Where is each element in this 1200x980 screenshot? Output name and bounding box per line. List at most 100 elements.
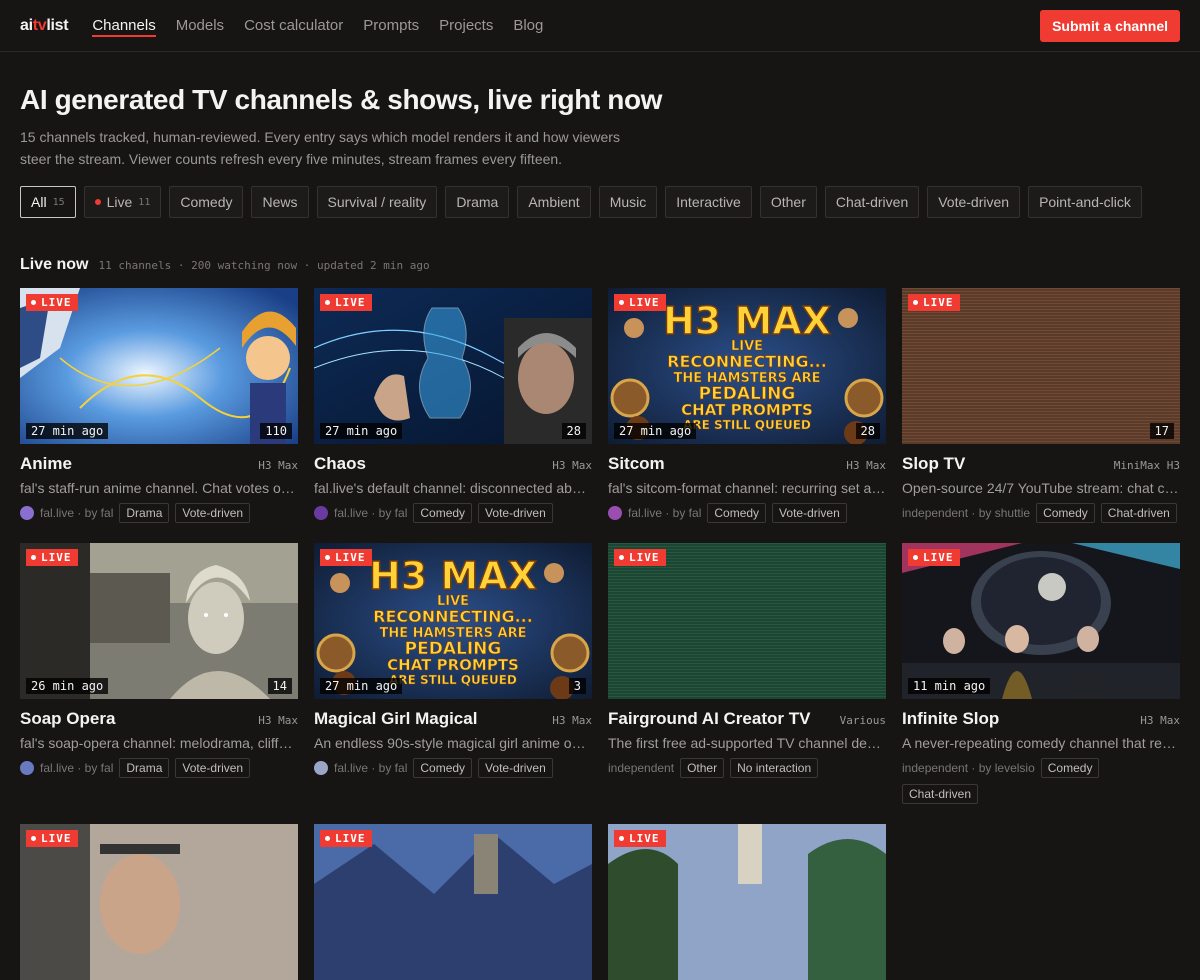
frame-age: 27 min ago — [26, 423, 109, 439]
channel-thumbnail[interactable]: H3 MAX LIVE RECONNECTING... THE HAMSTERS… — [608, 288, 886, 444]
hero: AI generated TV channels & shows, live r… — [0, 52, 1200, 170]
channel-tag[interactable]: No interaction — [730, 758, 819, 778]
channel-title[interactable]: Chaos — [314, 454, 366, 474]
card-title-row: Chaos H3 Max — [314, 454, 592, 474]
channel-thumbnail[interactable]: LIVE 26 min ago 14 — [20, 543, 298, 699]
channel-thumbnail[interactable]: LIVE — [608, 824, 886, 980]
frame-age: 27 min ago — [614, 423, 697, 439]
channel-thumbnail[interactable]: LIVE 27 min ago 110 — [20, 288, 298, 444]
channel-card[interactable]: H3 MAX LIVE RECONNECTING... THE HAMSTERS… — [314, 543, 592, 804]
channel-tag[interactable]: Vote-driven — [175, 758, 251, 778]
channel-card[interactable]: LIVE — [608, 824, 886, 980]
channel-card[interactable]: H3 MAX LIVE RECONNECTING... THE HAMSTERS… — [608, 288, 886, 523]
channel-tag[interactable]: Vote-driven — [478, 503, 553, 523]
live-dot-icon — [94, 199, 101, 205]
channel-title[interactable]: Magical Girl Magical — [314, 709, 477, 729]
channel-card[interactable]: LIVE 27 min ago 28 Chaos H3 Max fal.live's de… — [314, 288, 592, 523]
filter-survival-reality[interactable]: Survival / reality — [316, 186, 438, 218]
channel-meta: fal.live · by fal Drama Vote-driven — [20, 503, 298, 523]
filter-chat-driven[interactable]: Chat-driven — [824, 186, 920, 218]
channel-title[interactable]: Infinite Slop — [902, 709, 999, 729]
channel-title[interactable]: Soap Opera — [20, 709, 115, 729]
nav-projects[interactable]: Projects — [439, 0, 493, 51]
channel-thumbnail[interactable]: LIVE — [314, 824, 592, 980]
filter-music[interactable]: Music — [598, 186, 658, 218]
channel-thumbnail[interactable]: LIVE 11 min ago — [902, 543, 1180, 699]
channel-tag[interactable]: Comedy — [707, 503, 767, 523]
channel-description: fal's sitcom-format channel: recurring s… — [608, 480, 886, 496]
model-name: H3 Max — [846, 459, 886, 472]
creator-byline[interactable]: fal.live · by fal — [334, 761, 407, 775]
nav-prompts[interactable]: Prompts — [363, 0, 419, 51]
creator-byline[interactable]: fal.live · by fal — [628, 506, 701, 520]
live-dot-icon — [619, 555, 624, 560]
channel-card[interactable]: LIVE — [314, 824, 592, 980]
channel-title[interactable]: Fairground AI Creator TV — [608, 709, 810, 729]
channel-description: fal's soap-opera channel: melodrama, cli… — [20, 735, 298, 751]
creator-avatar — [608, 506, 622, 520]
channel-description: fal.live's default channel: disconnected… — [314, 480, 592, 496]
nav-channels[interactable]: Channels — [92, 0, 157, 51]
filter-drama[interactable]: Drama — [445, 186, 510, 218]
channel-tag[interactable]: Vote-driven — [175, 503, 251, 523]
live-label: LIVE — [41, 296, 72, 309]
channel-title[interactable]: Slop TV — [902, 454, 965, 474]
live-dot-icon — [31, 836, 36, 841]
channel-card[interactable]: LIVE 26 min ago 14 Soap Opera H3 Max fal's so… — [20, 543, 298, 804]
channel-thumbnail[interactable]: LIVE — [608, 543, 886, 699]
live-dot-icon — [325, 300, 330, 305]
live-badge: LIVE — [320, 549, 372, 566]
channel-thumbnail[interactable]: LIVE 17 — [902, 288, 1180, 444]
site-logo[interactable]: aitvlist — [20, 17, 69, 35]
filter-comedy[interactable]: Comedy — [169, 186, 244, 218]
filter-vote-driven[interactable]: Vote-driven — [927, 186, 1021, 218]
channel-tag[interactable]: Comedy — [1040, 758, 1100, 778]
filter-news[interactable]: News — [251, 186, 309, 218]
creator-byline[interactable]: fal.live · by fal — [40, 506, 113, 520]
channel-thumbnail[interactable]: H3 MAX LIVE RECONNECTING... THE HAMSTERS… — [314, 543, 592, 699]
channel-tag[interactable]: Comedy — [413, 503, 473, 523]
filter-all[interactable]: All 15 — [20, 186, 76, 218]
frame-age: 27 min ago — [320, 423, 403, 439]
filter-live[interactable]: Live 11 — [83, 186, 162, 218]
channel-tag[interactable]: Chat-driven — [1100, 503, 1177, 523]
filter-point-and-click[interactable]: Point-and-click — [1028, 186, 1142, 218]
channel-tag[interactable]: Drama — [119, 503, 170, 523]
filter-label: Interactive — [676, 194, 741, 210]
creator-byline[interactable]: independent · by levelsio — [902, 761, 1035, 775]
submit-channel-button[interactable]: Submit a channel — [1040, 9, 1180, 42]
viewer-count: 110 — [260, 423, 292, 439]
channel-tag[interactable]: Drama — [119, 758, 170, 778]
filter-interactive[interactable]: Interactive — [665, 186, 752, 218]
channel-tag[interactable]: Other — [680, 758, 725, 778]
channel-tag[interactable]: Vote-driven — [478, 758, 553, 778]
filter-label: Other — [770, 194, 806, 210]
channel-tag[interactable]: Comedy — [1036, 503, 1095, 523]
creator-byline[interactable]: fal.live · by fal — [334, 506, 407, 520]
creator-byline[interactable]: fal.live · by fal — [40, 761, 113, 775]
channel-title[interactable]: Sitcom — [608, 454, 665, 474]
channel-thumbnail[interactable]: LIVE — [20, 824, 298, 980]
channel-card[interactable]: LIVE 11 min ago Infinite Slop H3 Max A never… — [902, 543, 1180, 804]
svg-text:H3 MAX: H3 MAX — [369, 554, 537, 598]
nav-models[interactable]: Models — [176, 0, 224, 51]
filter-label: Comedy — [180, 194, 233, 210]
creator-byline[interactable]: independent · by shuttie — [902, 506, 1030, 520]
filter-label: Survival / reality — [327, 194, 427, 210]
channel-thumbnail[interactable]: LIVE 27 min ago 28 — [314, 288, 592, 444]
channel-tag[interactable]: Chat-driven — [902, 784, 979, 804]
channel-card[interactable]: LIVE — [20, 824, 298, 980]
channel-card[interactable]: LIVE 17 Slop TV MiniMax H3 Open-source 24/7 … — [902, 288, 1180, 523]
filter-ambient[interactable]: Ambient — [517, 186, 591, 218]
channel-tag[interactable]: Comedy — [413, 758, 473, 778]
filter-other[interactable]: Other — [759, 186, 817, 218]
channel-title[interactable]: Anime — [20, 454, 72, 474]
nav-blog[interactable]: Blog — [513, 0, 543, 51]
creator-byline[interactable]: independent — [608, 761, 674, 775]
channel-card[interactable]: LIVE Fairground AI Creator TV Various The f… — [608, 543, 886, 804]
channel-card[interactable]: LIVE 27 min ago 110 Anime H3 Max fal's staff-… — [20, 288, 298, 523]
live-badge: LIVE — [26, 549, 78, 566]
card-title-row: Fairground AI Creator TV Various — [608, 709, 886, 729]
channel-tag[interactable]: Vote-driven — [772, 503, 847, 523]
nav-cost-calculator[interactable]: Cost calculator — [244, 0, 343, 51]
